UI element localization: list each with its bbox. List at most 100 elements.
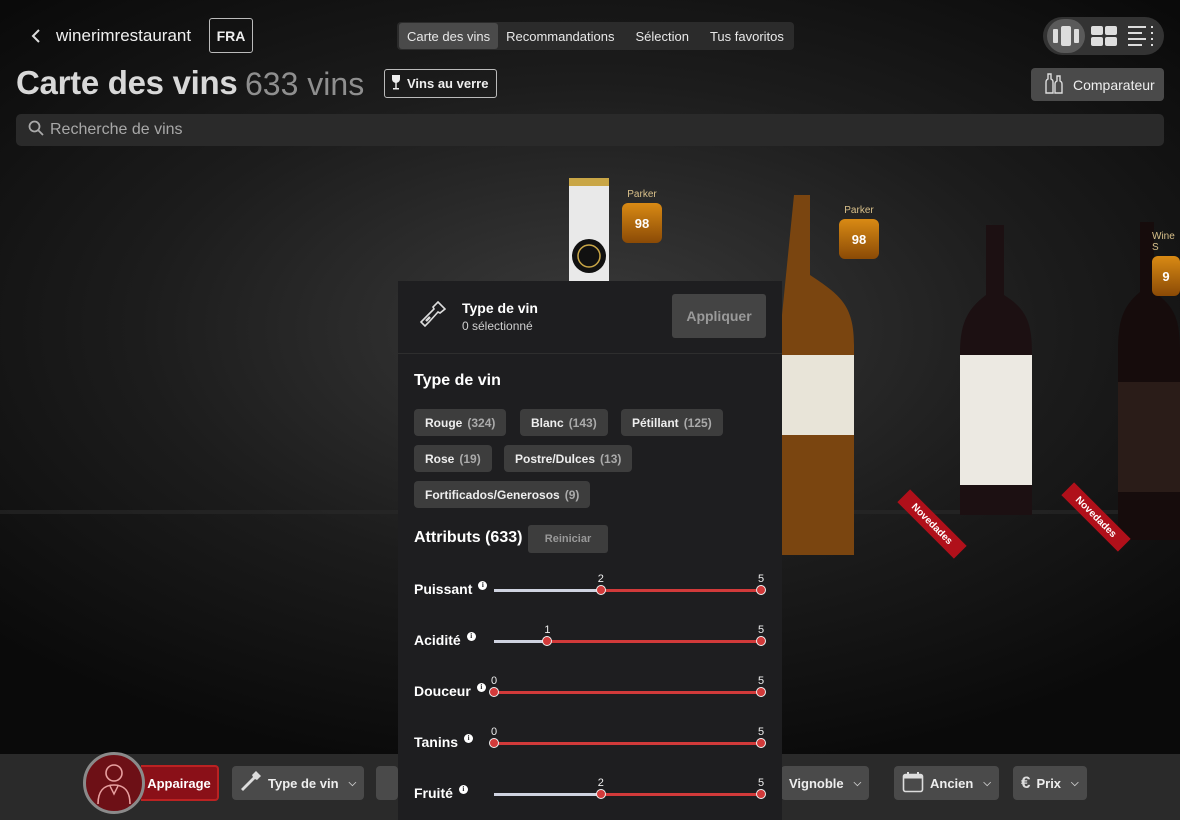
compare-bottles-icon — [1045, 72, 1063, 97]
attribute-slider[interactable]: 15 — [494, 624, 766, 646]
tab-favoritos[interactable]: Tus favoritos — [702, 23, 792, 49]
compare-button[interactable]: Comparateur — [1031, 68, 1164, 101]
chevron-down-icon: ⌵ — [348, 777, 357, 789]
info-icon[interactable]: i — [476, 682, 486, 692]
chevron-down-icon: ⌵ — [853, 777, 862, 789]
pairing-button[interactable]: Appairage — [141, 765, 219, 801]
tab-selection[interactable]: Sélection — [622, 23, 701, 49]
restaurant-name: winerimrestaurant — [56, 26, 192, 45]
wine-type-filter-button[interactable]: Type de vin ⌵ — [232, 766, 365, 800]
chip-label: Blanc — [531, 415, 564, 430]
slider-min-value: 1 — [544, 624, 551, 636]
attribute-label: Puissant i — [414, 580, 488, 597]
info-icon[interactable]: i — [458, 784, 468, 794]
slider-max-handle[interactable] — [756, 789, 766, 799]
slider-max-handle[interactable] — [756, 585, 766, 595]
attribute-slider[interactable]: 25 — [494, 573, 766, 595]
rating-score: 98 — [839, 219, 879, 259]
chip-postre-dulces[interactable]: Postre/Dulces (13) — [504, 445, 633, 472]
slider-max-handle[interactable] — [756, 738, 766, 748]
reset-button[interactable]: Reiniciar — [528, 525, 608, 553]
attribute-name: Acidité — [414, 632, 461, 648]
search-input[interactable] — [50, 121, 1130, 139]
chip-count: (9) — [564, 487, 580, 502]
search-icon — [28, 120, 44, 141]
vineyard-filter-button[interactable]: Vignoble ⌵ — [781, 766, 870, 800]
info-icon[interactable]: i — [466, 631, 476, 641]
rating-source: Wine S — [1152, 231, 1175, 253]
back-icon[interactable] — [26, 26, 46, 46]
attributes-title: Attributs (633) — [414, 529, 523, 546]
slider-max-handle[interactable] — [756, 687, 766, 697]
slider-min-handle[interactable] — [595, 789, 606, 799]
attribute-label: Douceur i — [414, 682, 486, 699]
tab-carte-des-vins[interactable]: Carte des vins — [399, 23, 499, 49]
chip-label: Rose — [425, 451, 455, 466]
rating-score: 9 — [1152, 256, 1180, 296]
bottle-view-icon[interactable] — [1047, 19, 1085, 53]
chip-petillant[interactable]: Pétillant (125) — [621, 409, 723, 436]
chip-rouge[interactable]: Rouge (324) — [414, 409, 507, 436]
wines-by-glass-button[interactable]: Vins au verre — [384, 69, 498, 98]
grid-view-icon[interactable] — [1085, 19, 1123, 53]
rating-source: Parker — [844, 205, 874, 216]
compare-label: Comparateur — [1073, 76, 1155, 93]
chevron-down-icon: ⌵ — [1071, 777, 1079, 789]
chip-label: Rouge — [425, 415, 463, 430]
chip-fortificados[interactable]: Fortificados/Generosos (9) — [414, 481, 591, 508]
selected-count: 0 sélectionné — [462, 319, 533, 333]
info-icon[interactable]: i — [478, 580, 488, 590]
slider-min-handle[interactable] — [489, 687, 499, 697]
slider-min-handle[interactable] — [542, 636, 553, 646]
attribute-name: Puissant — [414, 581, 473, 597]
chip-count: (324) — [467, 415, 496, 430]
vintage-label: Ancien — [930, 775, 974, 791]
chip-count: (143) — [568, 415, 597, 430]
slider-inactive-range — [494, 793, 601, 796]
chip-rose[interactable]: Rose (19) — [414, 445, 492, 472]
tab-recommandations[interactable]: Recommandations — [498, 23, 622, 49]
section-title-wine-type: Type de vin — [414, 372, 501, 389]
slider-min-value: 2 — [597, 777, 604, 789]
euro-icon: € — [1021, 773, 1031, 792]
apply-button[interactable]: Appliquer — [672, 294, 766, 338]
list-view-icon[interactable] — [1122, 19, 1160, 53]
chip-label: Postre/Dulces — [515, 451, 596, 466]
wine-bottle-icon — [419, 300, 447, 334]
info-icon[interactable]: i — [464, 733, 474, 743]
attribute-name: Tanins — [414, 734, 459, 750]
slider-min-value: 0 — [490, 726, 498, 738]
panel-header: Type de vin 0 sélectionné Appliquer — [398, 281, 782, 354]
attribute-slider[interactable]: 05 — [489, 726, 766, 748]
chip-blanc[interactable]: Blanc (143) — [520, 409, 608, 436]
attribute-slider[interactable]: 05 — [489, 675, 766, 697]
panel-title: Type de vin — [462, 300, 538, 316]
vintage-filter-button[interactable]: Ancien ⌵ — [894, 766, 999, 800]
search-bar — [16, 114, 1164, 146]
attribute-slider[interactable]: 25 — [494, 777, 766, 799]
vineyard-label: Vignoble — [789, 775, 844, 791]
wine-bottle[interactable] — [568, 178, 610, 293]
slider-max-value: 5 — [757, 624, 765, 636]
slider-max-value: 5 — [757, 726, 765, 738]
chip-count: (13) — [600, 451, 622, 466]
rating-source: Parker — [627, 189, 657, 200]
rating-badge: Wine S 9 — [1152, 231, 1180, 296]
wine-type-filter-panel: Type de vin 0 sélectionné Appliquer Type… — [398, 281, 782, 820]
region-filter-button[interactable] — [376, 766, 398, 800]
chip-label: Pétillant — [632, 415, 679, 430]
sommelier-icon[interactable] — [83, 752, 145, 814]
slider-min-handle[interactable] — [489, 738, 499, 748]
language-button[interactable]: FRA — [209, 18, 253, 53]
price-filter-button[interactable]: € Prix ⌵ — [1013, 766, 1087, 800]
wine-glass-icon — [391, 74, 401, 93]
wines-by-glass-label: Vins au verre — [407, 76, 489, 91]
slider-inactive-range — [494, 640, 548, 643]
wine-bottle-icon — [240, 770, 262, 797]
wine-bottle[interactable] — [958, 225, 1034, 525]
chip-label: Fortificados/Generosos — [425, 487, 560, 502]
slider-min-handle[interactable] — [595, 585, 606, 595]
attribute-label: Fruité i — [414, 784, 468, 801]
attribute-name: Fruité — [414, 785, 453, 801]
slider-max-handle[interactable] — [756, 636, 766, 646]
